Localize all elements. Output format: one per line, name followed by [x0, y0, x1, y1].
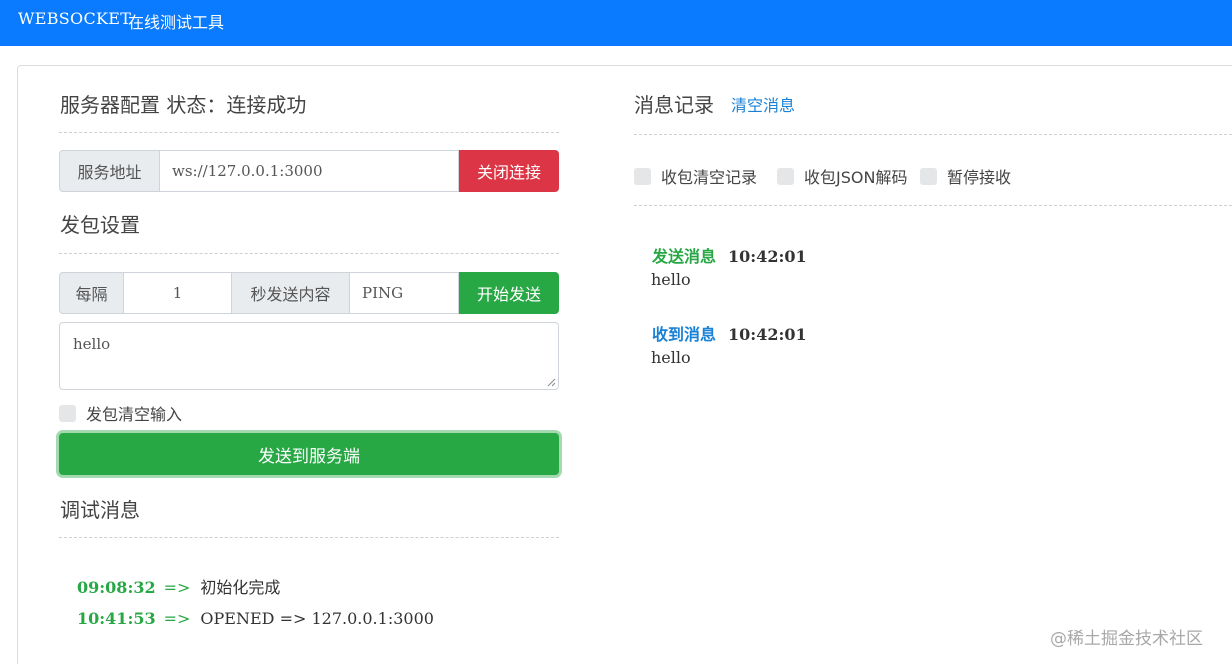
- divider: [59, 537, 559, 538]
- app-subtitle: 在线测试工具: [128, 13, 225, 32]
- checkbox-icon[interactable]: [777, 167, 794, 185]
- debug-text: OPENED => 127.0.0.1:3000: [200, 609, 434, 628]
- auto-send-group: 每隔 1 秒发送内容 PING 开始发送: [59, 272, 559, 314]
- divider: [59, 132, 559, 133]
- address-label: 服务地址: [59, 150, 160, 192]
- debug-text: 初始化完成: [200, 578, 281, 597]
- start-send-button[interactable]: 开始发送: [459, 272, 559, 314]
- arrow-glyph: =>: [163, 609, 191, 628]
- close-connection-button[interactable]: 关闭连接: [459, 150, 559, 192]
- clear-messages-link[interactable]: 清空消息: [731, 92, 795, 116]
- message-body: hello: [651, 270, 691, 289]
- divider: [634, 205, 1232, 206]
- message-time: 10:42:01: [728, 247, 807, 266]
- recv-clear-label: 收包清空记录: [661, 168, 758, 187]
- divider: [634, 134, 1232, 135]
- debug-time: 09:08:32: [77, 578, 156, 597]
- arrow-glyph: =>: [163, 578, 191, 597]
- message-log-title: 消息记录: [634, 93, 714, 117]
- message-body: hello: [651, 348, 691, 367]
- received-message-label: 收到消息: [652, 325, 717, 344]
- debug-title: 调试消息: [60, 498, 140, 522]
- clear-input-checkbox[interactable]: 发包清空输入: [59, 401, 182, 425]
- top-navbar: WEBSOCKET 在线测试工具: [0, 0, 1232, 46]
- pause-receive-checkbox[interactable]: 暂停接收: [920, 164, 1011, 188]
- message-item-header: 收到消息 10:42:01: [652, 321, 807, 345]
- recv-clear-checkbox[interactable]: 收包清空记录: [634, 164, 757, 188]
- message-text: hello: [73, 335, 111, 353]
- debug-entry: 10:41:53 => OPENED => 127.0.0.1:3000: [77, 609, 434, 628]
- checkbox-icon[interactable]: [59, 404, 76, 422]
- message-time: 10:42:01: [728, 325, 807, 344]
- server-config-title: 服务器配置 状态：连接成功: [60, 93, 307, 117]
- content-input[interactable]: PING: [350, 272, 459, 314]
- resize-handle-icon[interactable]: [546, 377, 556, 387]
- interval-input[interactable]: 1: [124, 272, 232, 314]
- app-brand[interactable]: WEBSOCKET: [18, 9, 131, 28]
- pause-receive-label: 暂停接收: [947, 168, 1012, 187]
- debug-time: 10:41:53: [77, 609, 156, 628]
- json-decode-label: 收包JSON解码: [804, 168, 908, 187]
- message-item-header: 发送消息 10:42:01: [652, 243, 807, 267]
- watermark: @稀土掘金技术社区: [1050, 629, 1203, 649]
- content-label: 秒发送内容: [232, 272, 350, 314]
- checkbox-icon[interactable]: [634, 167, 651, 185]
- interval-label: 每隔: [59, 272, 124, 314]
- send-to-server-button[interactable]: 发送到服务端: [59, 433, 559, 475]
- clear-input-label: 发包清空输入: [86, 405, 183, 424]
- packet-settings-title: 发包设置: [60, 213, 140, 237]
- server-address-group: 服务地址 ws://127.0.0.1:3000 关闭连接: [59, 150, 559, 192]
- checkbox-icon[interactable]: [920, 167, 937, 185]
- sent-message-label: 发送消息: [652, 247, 717, 266]
- server-address-input[interactable]: ws://127.0.0.1:3000: [160, 150, 459, 192]
- json-decode-checkbox[interactable]: 收包JSON解码: [777, 164, 907, 188]
- divider: [59, 253, 559, 254]
- debug-entry: 09:08:32 => 初始化完成: [77, 574, 280, 598]
- message-textarea[interactable]: hello: [59, 322, 559, 390]
